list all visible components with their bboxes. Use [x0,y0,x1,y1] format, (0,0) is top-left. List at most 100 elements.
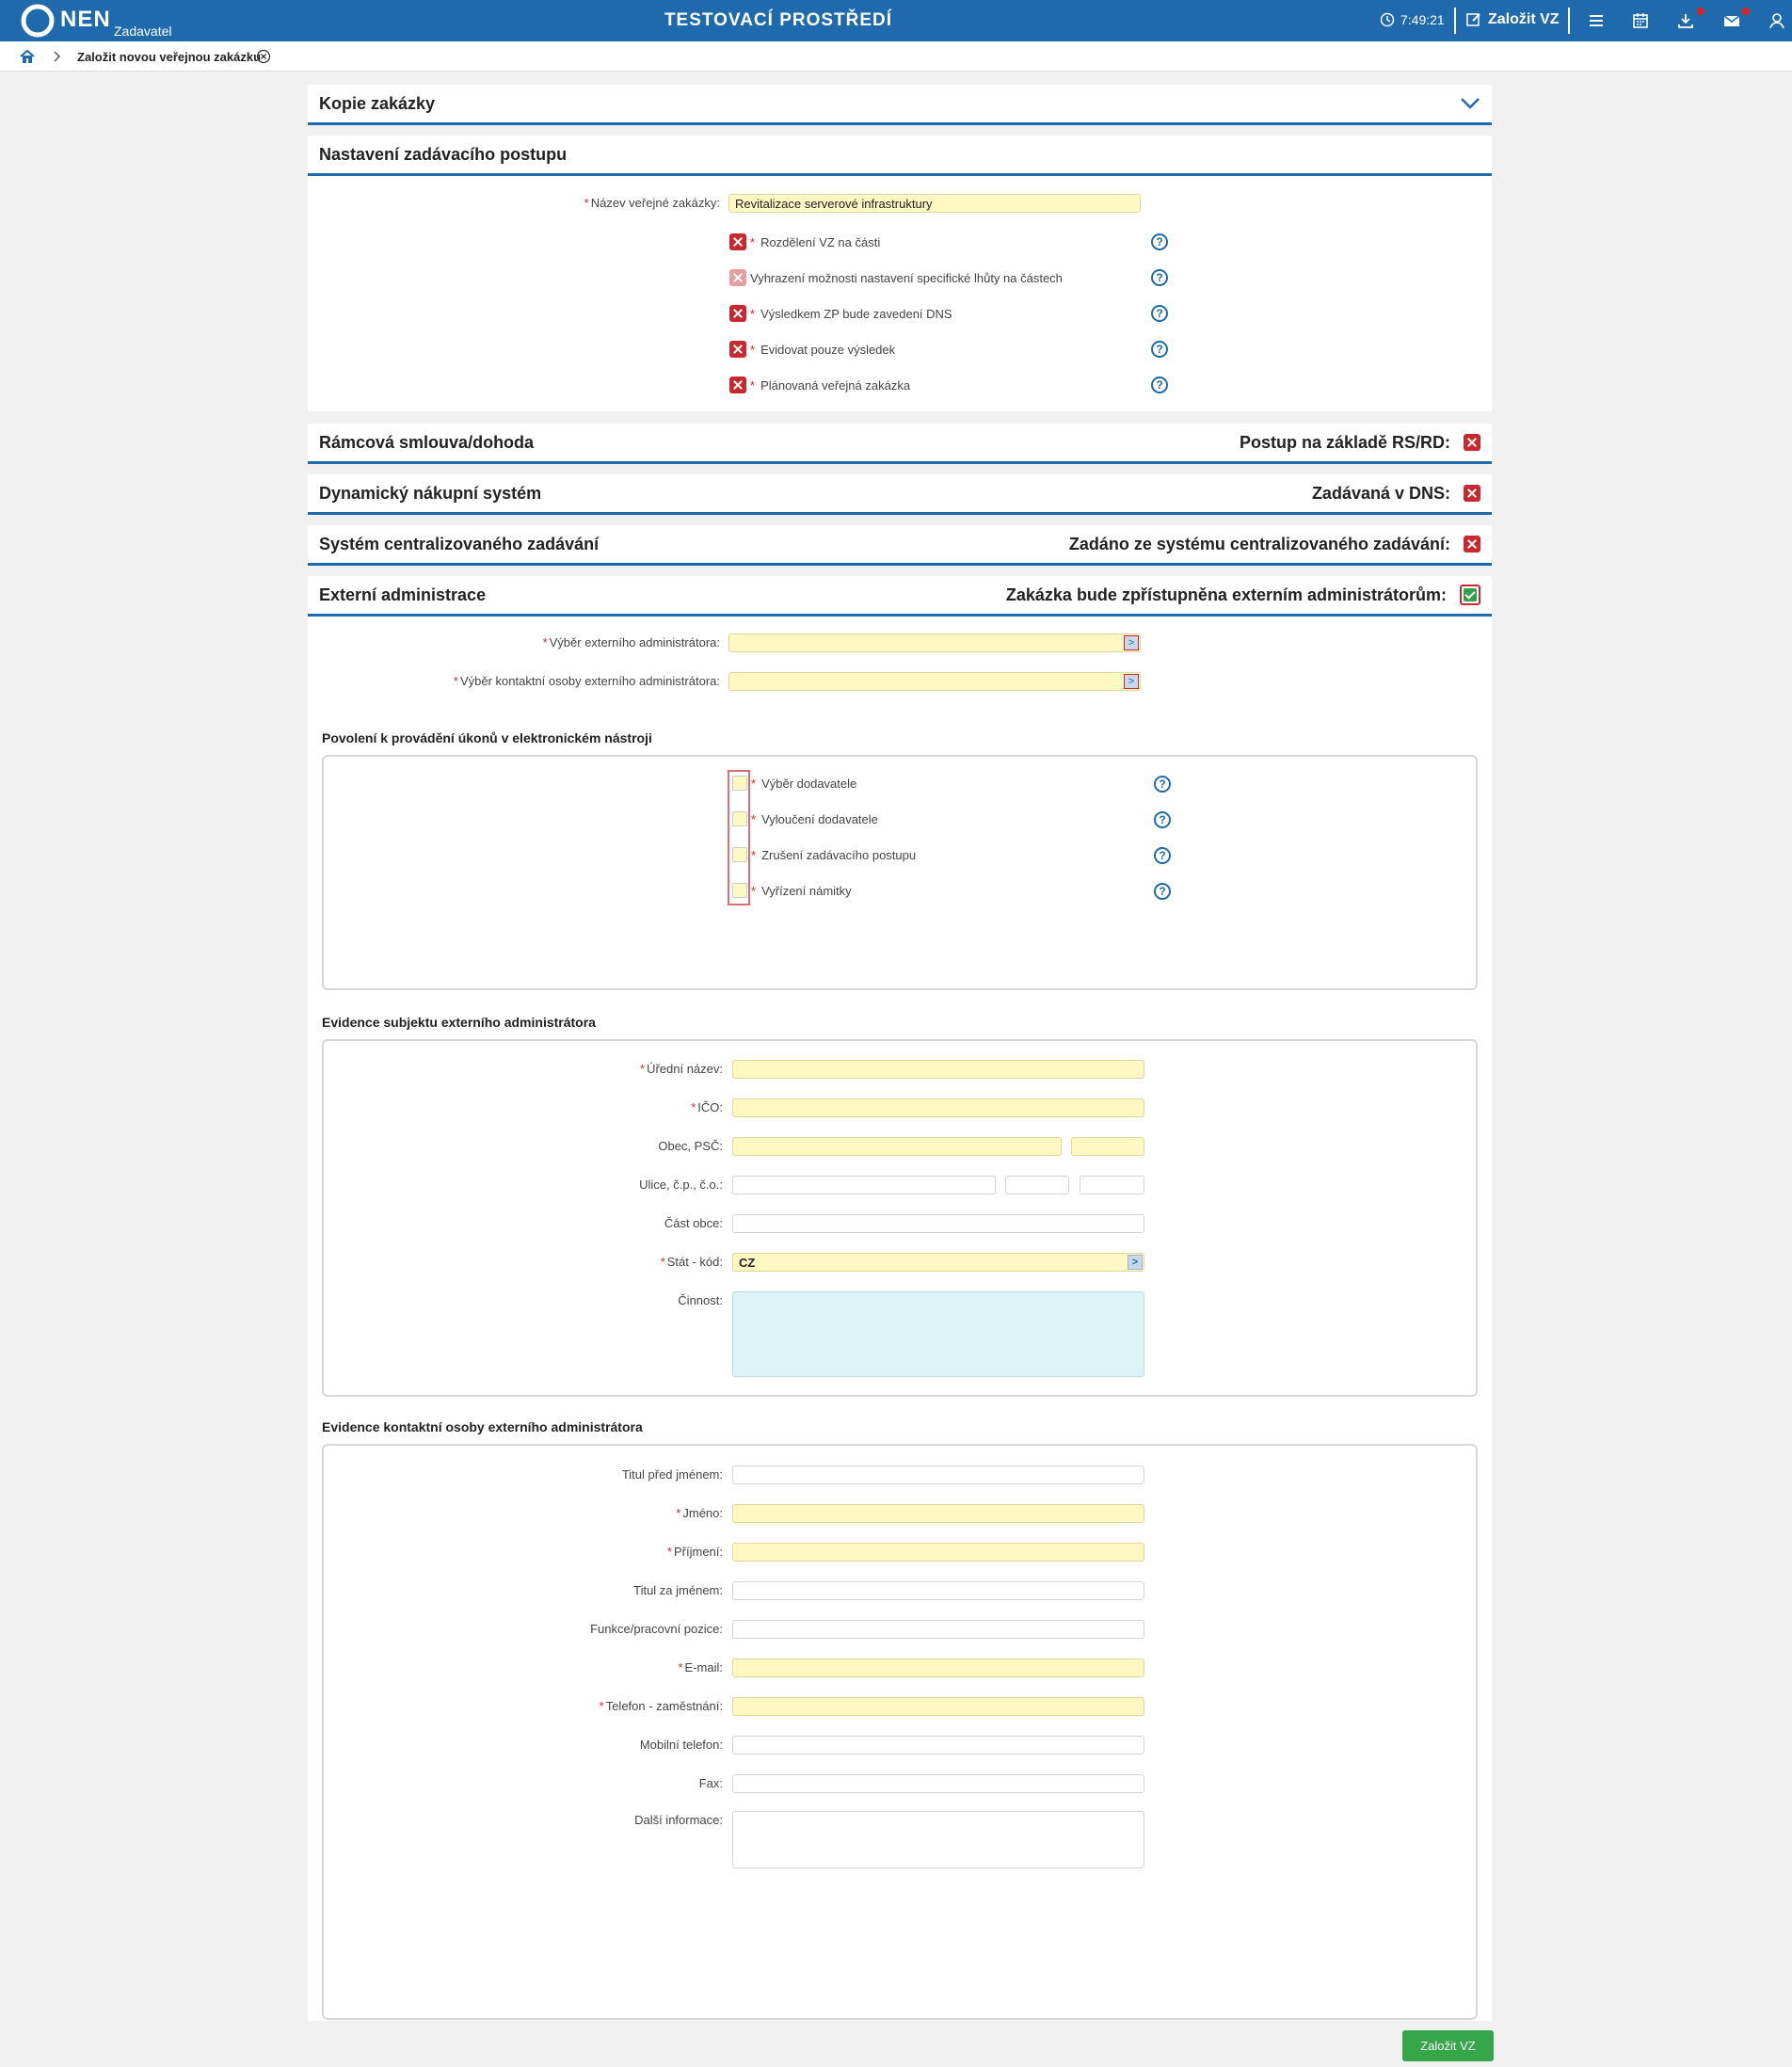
option-planned-contract[interactable]: * Plánovaná veřejná zakázka [729,377,910,393]
dns-checkbox[interactable] [1464,485,1480,502]
close-tab-icon[interactable] [256,49,271,64]
create-contract-button[interactable]: Založit VZ [1402,2030,1494,2061]
first-name-input[interactable] [732,1504,1144,1523]
environment-title: TESTOVACÍ PROSTŘEDÍ [664,10,893,30]
option-specific-deadline[interactable]: Vyhrazení možnosti nastavení specifické … [729,269,1063,286]
unchecked-x-icon[interactable] [729,341,746,358]
mobile-phone-input[interactable] [732,1736,1144,1755]
option-dns-result[interactable]: * Výsledkem ZP bude zavedení DNS [729,305,952,322]
fax-input[interactable] [732,1774,1144,1793]
option-record-result-only[interactable]: * Evidovat pouze výsledek [729,341,895,358]
job-position-label: Funkce/pracovní pozice: [590,1622,723,1636]
perm-objection-handling[interactable]: * Vyřízení námitky [732,883,852,898]
help-icon[interactable]: ? [1151,305,1168,322]
city-zip-label: Obec, PSČ: [658,1139,723,1153]
official-name-input[interactable] [732,1060,1144,1079]
external-admin-label: Zakázka bude zpřístupněna externím admin… [1005,585,1447,604]
perm-supplier-selection[interactable]: * Výběr dodavatele [732,776,856,791]
help-icon[interactable]: ? [1151,269,1168,286]
job-position-input[interactable] [732,1620,1144,1639]
picker-arrow-icon[interactable]: > [1124,635,1139,650]
contract-name-input[interactable]: Revitalizace serverové infrastruktury [728,194,1141,213]
country-input[interactable]: CZ > [732,1253,1144,1272]
work-phone-input[interactable] [732,1697,1144,1716]
last-name-input[interactable] [732,1543,1144,1562]
city-part-input[interactable] [732,1214,1144,1233]
external-admin-select-input[interactable]: > [728,633,1141,652]
fax-label: Fax: [698,1776,723,1790]
title-before-input[interactable] [732,1466,1144,1484]
home-icon[interactable] [19,48,36,65]
picker-arrow-icon[interactable]: > [1128,1255,1143,1270]
dns-header: Dynamický nákupní systém Zadávaná v DNS: [308,474,1492,515]
topbar-divider [1454,8,1456,34]
help-icon[interactable]: ? [1151,233,1168,250]
external-admin-checkbox[interactable] [1460,585,1480,605]
picker-arrow-icon[interactable]: > [1124,674,1139,689]
contact-person-select-label: * Výběr kontaktní osoby externího adminis… [453,674,720,688]
procedure-settings-title: Nastavení zadávacího postupu [319,144,568,164]
perm-procedure-cancel[interactable]: * Zrušení zadávacího postupu [732,847,916,862]
street-input[interactable] [732,1176,996,1194]
email-input[interactable] [732,1658,1144,1677]
country-label: * Stát - kód: [660,1255,723,1269]
centralized-checkbox[interactable] [1464,536,1480,553]
activity-label: Činnost: [678,1293,723,1307]
zip-input[interactable] [1071,1137,1144,1156]
dns-panel: Dynamický nákupní systém Zadávaná v DNS: [308,474,1492,515]
house-number-input[interactable] [1005,1176,1069,1194]
edit-icon [1466,13,1480,26]
procedure-settings-header: Nastavení zadávacího postupu [308,136,1492,176]
download-icon[interactable] [1676,11,1695,30]
help-icon[interactable]: ? [1154,776,1171,793]
new-contract-label: Založit VZ [1488,11,1560,27]
help-icon[interactable]: ? [1154,811,1171,828]
title-before-label: Titul před jménem: [621,1467,723,1482]
chevron-down-icon[interactable] [1460,97,1480,110]
breadcrumb-current: Založit novou veřejnou zakázku [77,50,262,64]
external-admin-header: Externí administrace Zakázka bude zpříst… [308,576,1492,617]
new-contract-button[interactable]: Založit VZ [1465,11,1560,28]
perm-supplier-exclusion[interactable]: * Vyloučení dodavatele [732,811,878,826]
copy-contract-panel[interactable]: Kopie zakázky [308,85,1492,125]
more-info-label: Další informace: [634,1813,723,1827]
subject-title: Evidence subjektu externího administráto… [322,1015,596,1030]
more-info-textarea[interactable] [732,1811,1144,1868]
unchecked-x-icon[interactable] [729,305,746,322]
checkbox[interactable] [732,776,747,791]
ico-input[interactable] [732,1098,1144,1117]
mobile-phone-label: Mobilní telefon: [639,1738,723,1752]
permissions-box [322,755,1478,990]
checkbox[interactable] [732,883,747,898]
framework-agreement-checkbox[interactable] [1464,434,1480,451]
copy-contract-header[interactable]: Kopie zakázky [308,85,1492,125]
help-icon[interactable]: ? [1154,883,1171,900]
city-input[interactable] [732,1137,1062,1156]
mail-icon[interactable] [1722,11,1741,30]
option-division-parts[interactable]: * Rozdělení VZ na části [729,233,880,250]
breadcrumb: Založit novou veřejnou zakázku [0,41,1792,72]
help-icon[interactable]: ? [1151,377,1168,393]
activity-textarea[interactable] [732,1291,1144,1377]
user-icon[interactable] [1768,11,1786,30]
contact-box [322,1444,1478,2020]
work-phone-label: * Telefon - zaměstnání: [599,1699,723,1713]
title-after-input[interactable] [732,1581,1144,1600]
contact-person-select-input[interactable]: > [728,672,1141,691]
unchecked-x-icon[interactable] [729,377,746,393]
orientation-number-input[interactable] [1080,1176,1144,1194]
calendar-icon[interactable] [1631,11,1650,30]
menu-icon[interactable] [1587,11,1606,30]
clock-icon [1380,12,1395,27]
help-icon[interactable]: ? [1151,341,1168,358]
clock-value: 7:49:21 [1400,12,1445,27]
checkbox[interactable] [732,847,747,862]
unchecked-x-icon[interactable] [729,233,746,250]
checkbox[interactable] [732,811,747,826]
email-label: * E-mail: [678,1660,723,1674]
help-icon[interactable]: ? [1154,847,1171,864]
official-name-label: * Úřední název: [640,1062,723,1076]
city-part-label: Část obce: [664,1216,723,1230]
top-bar: NEN Zadavatel TESTOVACÍ PROSTŘEDÍ 7:49:2… [0,0,1792,41]
centralized-label: Zadáno ze systému centralizovaného zadáv… [1068,534,1450,553]
